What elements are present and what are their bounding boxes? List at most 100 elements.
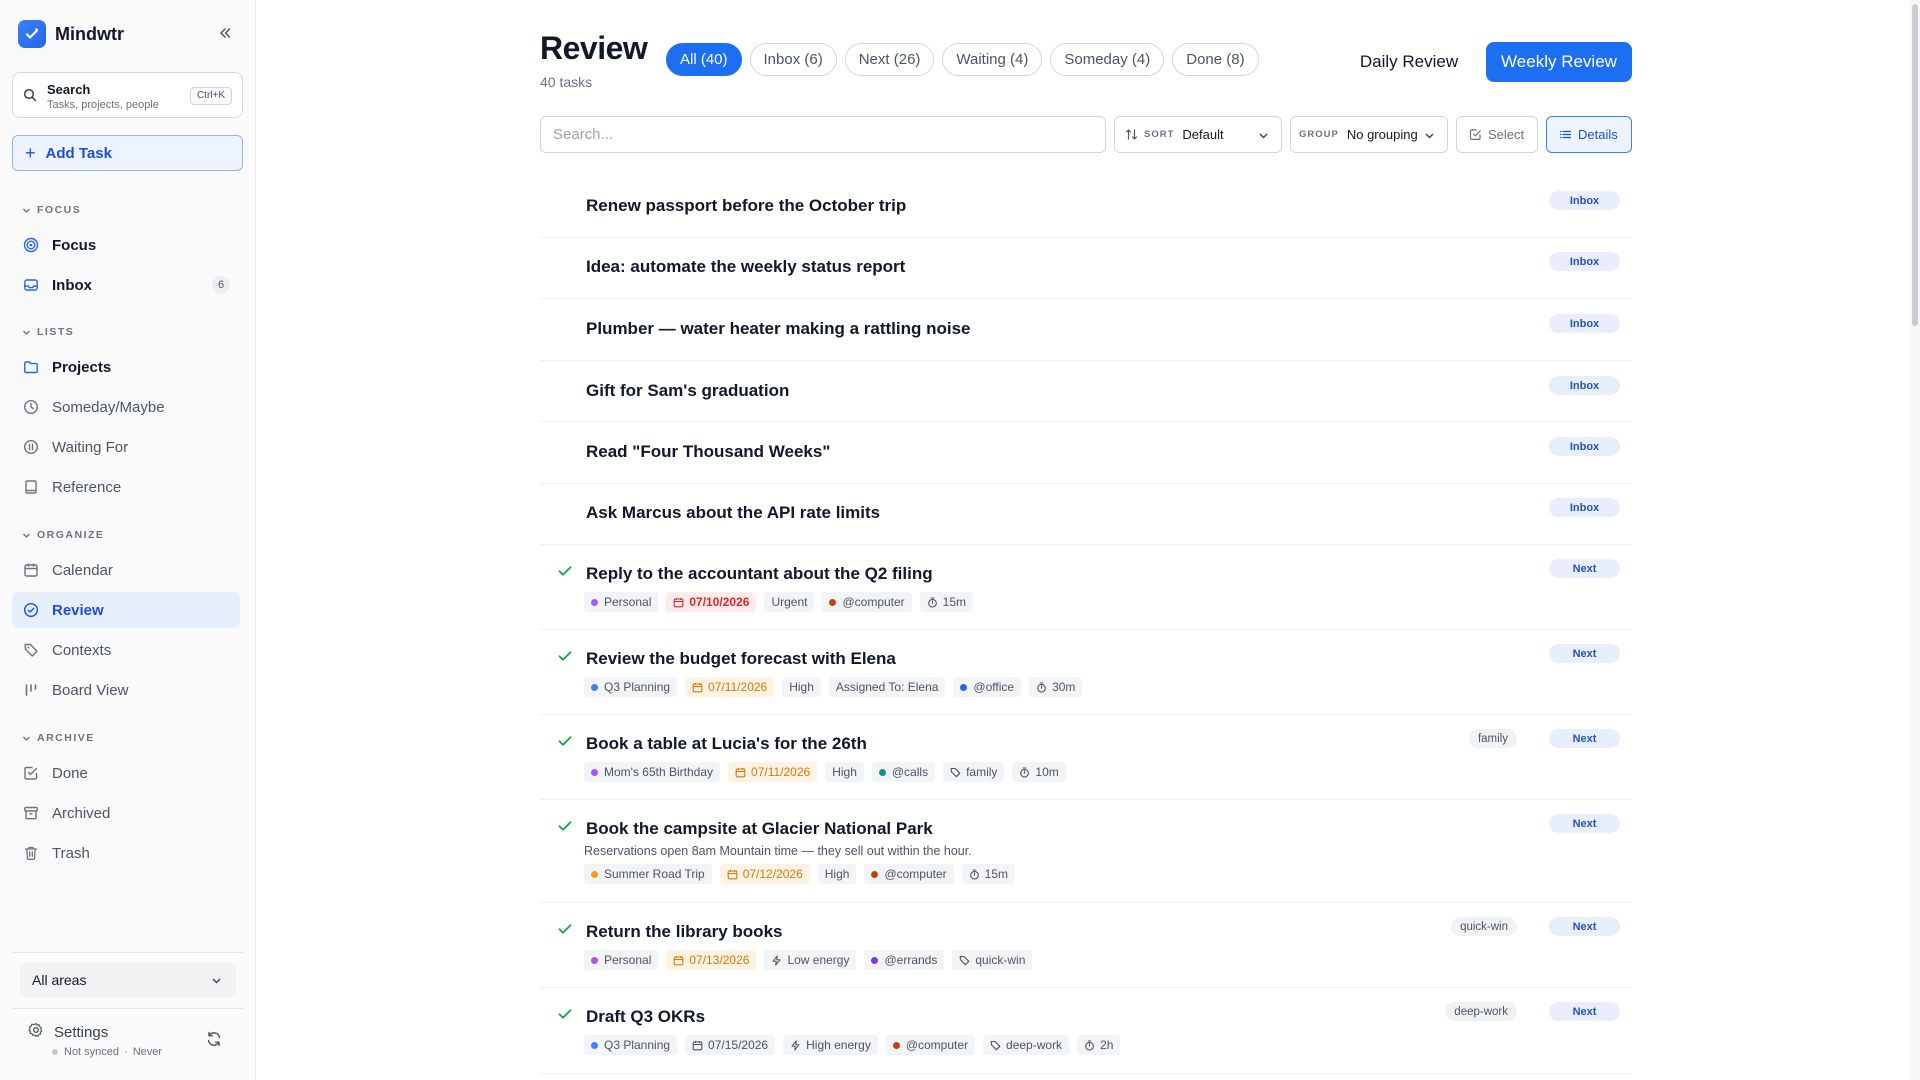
sidebar-item-inbox[interactable]: Inbox 6 xyxy=(12,267,240,303)
add-task-button[interactable]: + Add Task xyxy=(12,135,243,171)
done-check-icon[interactable] xyxy=(556,817,574,835)
due-date-chip[interactable]: 07/12/2026 xyxy=(719,864,810,884)
main-scrollbar[interactable] xyxy=(1910,0,1920,1080)
sidebar-item-reference[interactable]: Reference xyxy=(12,469,240,505)
sidebar-item-waiting[interactable]: Waiting For xyxy=(12,429,240,465)
project-chip[interactable]: Personal xyxy=(584,592,659,612)
sidebar-item-board[interactable]: Board View xyxy=(12,672,240,708)
sidebar-item-done[interactable]: Done xyxy=(12,755,240,791)
task-row[interactable]: Book the campsite at Glacier National Pa… xyxy=(540,800,1632,903)
tab-someday[interactable]: Someday (4) xyxy=(1050,43,1165,76)
task-title[interactable]: Read "Four Thousand Weeks" xyxy=(586,442,830,462)
chevron-down-icon xyxy=(1425,133,1434,139)
sidebar-item-archived[interactable]: Archived xyxy=(12,795,240,831)
task-row[interactable]: Book a table at Lucia's for the 26th fam… xyxy=(540,715,1632,800)
due-date-chip[interactable]: 07/15/2026 xyxy=(685,1035,776,1055)
tab-done[interactable]: Done (8) xyxy=(1172,43,1259,76)
task-title[interactable]: Gift for Sam's graduation xyxy=(586,381,789,401)
context-chip[interactable]: @computer xyxy=(822,592,912,612)
task-row[interactable]: Ask Marcus about the API rate limits Inb… xyxy=(540,484,1632,545)
section-archive-label: ARCHIVE xyxy=(37,732,95,744)
due-date: 07/12/2026 xyxy=(742,867,803,881)
sidebar-item-label: Archived xyxy=(52,804,111,822)
tab-all[interactable]: All (40) xyxy=(666,43,742,76)
task-row[interactable]: Reply to the accountant about the Q2 fil… xyxy=(540,545,1632,630)
context-chip[interactable]: @errands xyxy=(864,950,945,970)
due-date-chip[interactable]: 07/13/2026 xyxy=(666,950,757,970)
task-title[interactable]: Reply to the accountant about the Q2 fil… xyxy=(586,564,933,584)
sidebar-item-contexts[interactable]: Contexts xyxy=(12,632,240,668)
task-row[interactable]: Renew passport before the October trip I… xyxy=(540,176,1632,238)
done-check-icon[interactable] xyxy=(556,562,574,580)
done-check-icon[interactable] xyxy=(556,1005,574,1023)
task-meta: Summer Road Trip 07/12/2026 High @comput… xyxy=(584,864,1023,884)
task-title[interactable]: Review the budget forecast with Elena xyxy=(586,649,896,669)
area-select[interactable]: All areas xyxy=(20,962,236,998)
sidebar-item-calendar[interactable]: Calendar xyxy=(12,552,240,588)
project-chip[interactable]: Mom's 65th Birthday xyxy=(584,762,721,782)
section-archive-toggle[interactable]: ARCHIVE xyxy=(22,731,95,745)
collapse-sidebar-icon[interactable] xyxy=(214,22,236,44)
project-chip[interactable]: Q3 Planning xyxy=(584,1035,678,1055)
brand[interactable]: Mindwtr xyxy=(18,20,124,48)
task-search-input[interactable] xyxy=(540,116,1106,153)
sync-refresh-icon[interactable] xyxy=(205,1030,225,1050)
context-chip[interactable]: @calls xyxy=(871,762,936,782)
done-check-icon[interactable] xyxy=(556,920,574,938)
scrollbar-thumb[interactable] xyxy=(1912,4,1918,326)
task-title[interactable]: Plumber — water heater making a rattling… xyxy=(586,319,971,339)
task-row[interactable]: Gift for Sam's graduation Inbox xyxy=(540,361,1632,422)
label-chip[interactable]: family xyxy=(943,762,1005,782)
tab-inbox[interactable]: Inbox (6) xyxy=(749,43,837,76)
context-chip[interactable]: @computer xyxy=(864,864,954,884)
done-check-icon[interactable] xyxy=(556,732,574,750)
context-chip[interactable]: @computer xyxy=(885,1035,976,1055)
project-chip[interactable]: Personal xyxy=(584,950,659,970)
settings-button[interactable]: Settings xyxy=(28,1022,108,1042)
select-button[interactable]: Select xyxy=(1456,116,1538,153)
sidebar-item-someday[interactable]: Someday/Maybe xyxy=(12,389,240,425)
task-title[interactable]: Idea: automate the weekly status report xyxy=(586,257,905,277)
task-row[interactable]: Plumber — water heater making a rattling… xyxy=(540,299,1632,361)
task-title[interactable]: Renew passport before the October trip xyxy=(586,196,906,216)
task-title[interactable]: Book a table at Lucia's for the 26th xyxy=(586,734,867,754)
sidebar-item-projects[interactable]: Projects xyxy=(12,349,240,385)
due-date: 07/11/2026 xyxy=(708,680,768,694)
task-title[interactable]: Book the campsite at Glacier National Pa… xyxy=(586,819,933,839)
task-row[interactable]: Idea: automate the weekly status report … xyxy=(540,238,1632,299)
daily-review-button[interactable]: Daily Review xyxy=(1345,42,1473,82)
details-toggle-button[interactable]: Details xyxy=(1546,116,1632,153)
task-title[interactable]: Ask Marcus about the API rate limits xyxy=(586,503,880,523)
section-organize-toggle[interactable]: ORGANIZE xyxy=(22,528,104,542)
section-lists-toggle[interactable]: LISTS xyxy=(22,325,74,339)
due-date-chip[interactable]: 07/11/2026 xyxy=(728,762,818,782)
label-chip[interactable]: deep-work xyxy=(983,1035,1070,1055)
tab-waiting[interactable]: Waiting (4) xyxy=(942,43,1043,76)
label-chip[interactable]: quick-win xyxy=(952,950,1033,970)
time-estimate-chip: 15m xyxy=(961,864,1015,884)
sidebar-item-label: Trash xyxy=(52,844,90,862)
task-row[interactable]: Return the library books quick-win Next … xyxy=(540,903,1632,988)
context-chip[interactable]: @office xyxy=(953,677,1022,697)
project-chip[interactable]: Summer Road Trip xyxy=(584,864,712,884)
project-chip[interactable]: Q3 Planning xyxy=(584,677,678,697)
group-dropdown[interactable]: GROUP No grouping xyxy=(1290,116,1448,153)
sidebar-item-review[interactable]: Review xyxy=(12,592,240,628)
task-row[interactable]: Draft Q3 OKRs deep-work Next Q3 Planning… xyxy=(540,988,1632,1074)
weekly-review-button[interactable]: Weekly Review xyxy=(1486,42,1632,82)
task-title[interactable]: Draft Q3 OKRs xyxy=(586,1007,705,1027)
energy-chip: Low energy xyxy=(764,950,857,970)
task-row[interactable]: Review the budget forecast with Elena Ne… xyxy=(540,630,1632,715)
task-title[interactable]: Return the library books xyxy=(586,922,782,942)
section-focus-toggle[interactable]: FOCUS xyxy=(22,203,81,217)
sidebar-item-trash[interactable]: Trash xyxy=(12,835,240,871)
sort-value: Default xyxy=(1182,127,1224,142)
sidebar-item-focus[interactable]: Focus xyxy=(12,227,240,263)
done-check-icon[interactable] xyxy=(556,647,574,665)
task-row[interactable]: Read "Four Thousand Weeks" Inbox xyxy=(540,422,1632,484)
sidebar-search-button[interactable]: Search Tasks, projects, people Ctrl+K xyxy=(12,72,243,118)
due-date-chip[interactable]: 07/10/2026 xyxy=(666,592,757,612)
tab-next[interactable]: Next (26) xyxy=(844,43,935,76)
sort-dropdown[interactable]: SORT Default xyxy=(1114,116,1282,153)
due-date-chip[interactable]: 07/11/2026 xyxy=(685,677,775,697)
